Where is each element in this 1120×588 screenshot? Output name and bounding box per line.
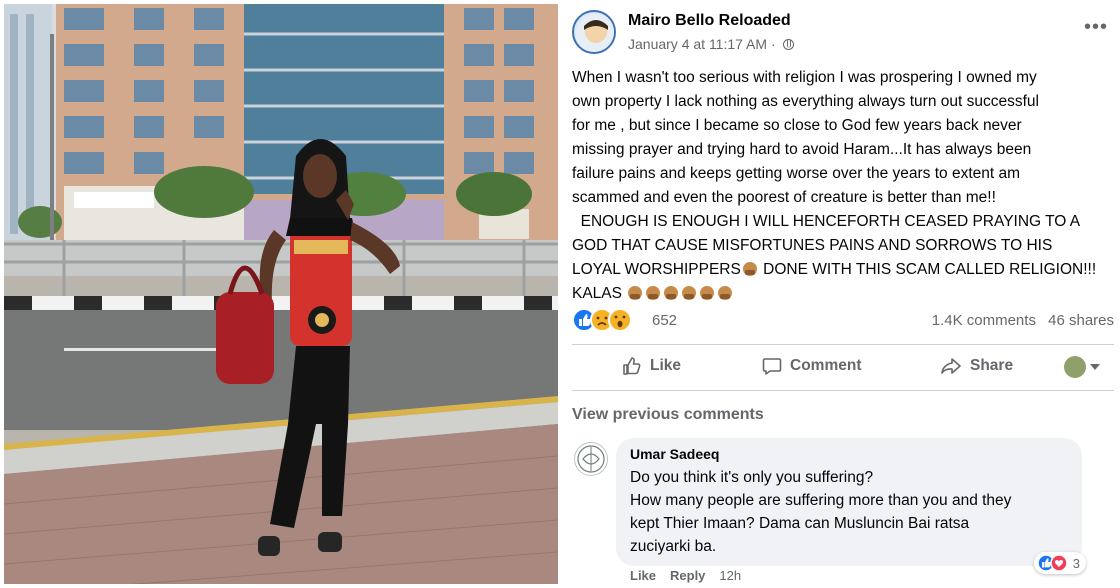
street-photo-illustration — [4, 4, 558, 584]
commenter-avatar-picture — [577, 445, 605, 473]
post-body: When I wasn't too serious with religion … — [572, 66, 1116, 306]
post-text-line: failure pains and keeps getting worse ov… — [572, 165, 1021, 182]
crying-face-emoji-icon — [718, 286, 733, 300]
crying-face-emoji-icon — [664, 286, 679, 300]
divider — [572, 344, 1114, 345]
reaction-count[interactable]: 652 — [652, 312, 677, 329]
wow-reaction-icon — [608, 308, 632, 332]
shares-count[interactable]: 46 shares — [1048, 312, 1114, 329]
thumbs-up-icon — [623, 357, 641, 375]
comment-actions: Like Reply 12h — [630, 568, 741, 583]
commenter-name[interactable]: Umar Sadeeq — [630, 446, 719, 462]
facebook-post: Mairo Bello Reloaded January 4 at 11:17 … — [566, 0, 1120, 588]
like-button[interactable]: Like — [622, 356, 681, 376]
post-text-line: ENOUGH IS ENOUGH I WILL HENCEFORTH CEASE… — [572, 213, 1081, 230]
post-header: Mairo Bello Reloaded January 4 at 11:17 … — [572, 10, 1114, 56]
globe-icon — [782, 39, 794, 50]
comment-reply-link[interactable]: Reply — [670, 568, 705, 583]
comment-bubble: Umar Sadeeq Do you think it's only you s… — [616, 438, 1086, 574]
comment-button[interactable]: Comment — [762, 356, 861, 376]
post-photo[interactable] — [4, 4, 558, 584]
reaction-icons[interactable] — [572, 308, 640, 332]
share-button[interactable]: Share — [940, 356, 1013, 376]
comment-age[interactable]: 12h — [719, 568, 741, 583]
comment-reaction-icons — [1037, 554, 1068, 572]
view-previous-comments-link[interactable]: View previous comments — [572, 406, 764, 424]
post-text-line: GOD THAT CAUSE MISFORTUNES PAINS AND SOR… — [572, 237, 1053, 254]
audience-avatar — [1064, 356, 1086, 378]
post-meta: January 4 at 11:17 AM · — [628, 36, 794, 52]
avatar-picture — [576, 14, 614, 52]
comment-reaction-count: 3 — [1072, 555, 1080, 571]
share-icon — [941, 358, 961, 374]
comment-text: Do you think it's only you suffering? Ho… — [630, 466, 1076, 558]
love-reaction-icon — [1050, 554, 1068, 572]
divider — [572, 390, 1114, 391]
post-text-line: for me , but since I became so close to … — [572, 117, 1022, 134]
author-avatar[interactable] — [572, 10, 616, 54]
reactions-summary: 652 1.4K comments 46 shares — [572, 306, 1114, 334]
comment-line: zuciyarki ba. — [630, 538, 717, 555]
chevron-down-icon — [1090, 364, 1100, 370]
post-text-segment: LOYAL WORSHIPPERS — [572, 261, 741, 278]
comment-like-link[interactable]: Like — [630, 568, 656, 583]
crying-face-emoji-icon — [742, 262, 757, 276]
post-text-segment: KALAS — [572, 285, 622, 302]
post-timestamp[interactable]: January 4 at 11:17 AM — [628, 36, 767, 52]
dot-separator: · — [770, 36, 776, 52]
post-text-line: LOYAL WORSHIPPERS DONE WITH THIS SCAM CA… — [572, 258, 1116, 282]
comment-line: Do you think it's only you suffering? — [630, 469, 874, 486]
comment-label: Comment — [790, 357, 862, 374]
post-text-line: When I wasn't too serious with religion … — [572, 69, 1037, 86]
crying-face-emoji-icon — [682, 286, 697, 300]
comment-line: How many people are suffering more than … — [630, 492, 1012, 509]
reaction-icons-group — [572, 308, 632, 332]
post-text-segment: DONE WITH THIS SCAM CALLED RELIGION!!! — [758, 261, 1097, 278]
like-label: Like — [650, 357, 682, 374]
post-text-line: KALAS — [572, 282, 1116, 306]
comment-icon — [762, 358, 782, 375]
author-name[interactable]: Mairo Bello Reloaded — [628, 12, 791, 30]
more-options-icon[interactable]: ••• — [1084, 16, 1108, 39]
commenter-avatar[interactable] — [574, 442, 608, 476]
comment-line: kept Thier Imaan? Dama can Musluncin Bai… — [630, 515, 970, 532]
post-text-line: missing prayer and trying hard to avoid … — [572, 141, 1032, 158]
share-label: Share — [970, 357, 1014, 374]
comments-count[interactable]: 1.4K comments — [932, 312, 1036, 329]
post-text-line: scammed and even the poorest of creature… — [572, 189, 996, 206]
post-text-line: own property I lack nothing as everythin… — [572, 93, 1039, 110]
post-stats: 1.4K comments 46 shares — [932, 312, 1114, 329]
crying-face-emoji-icon — [628, 286, 643, 300]
comment-reactions[interactable]: 3 — [1033, 552, 1086, 574]
reaction-audience-selector[interactable] — [1064, 356, 1100, 378]
crying-face-emoji-icon — [700, 286, 715, 300]
crying-face-emoji-icon — [646, 286, 661, 300]
post-actions: Like Comment Share — [572, 348, 1114, 388]
